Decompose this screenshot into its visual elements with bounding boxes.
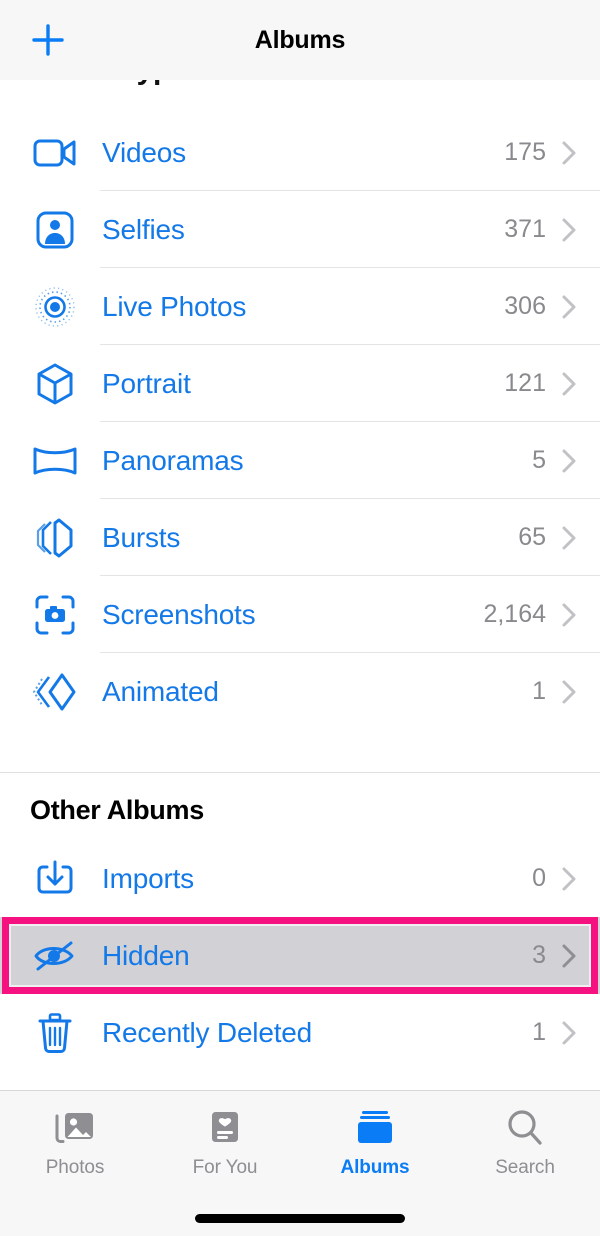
list-item-recently-deleted[interactable]: Recently Deleted 1	[0, 994, 600, 1071]
for-you-card-icon	[206, 1105, 244, 1151]
animated-diamond-icon	[28, 671, 82, 713]
section-gap	[0, 730, 600, 772]
list-item-count: 306	[504, 292, 546, 320]
list-item-label: Recently Deleted	[102, 1016, 313, 1048]
list-item-label: Bursts	[102, 521, 181, 553]
other-albums-list: Imports 0 Hidden 3 Recently Deleted 1	[0, 840, 600, 1071]
chevron-right-icon	[560, 941, 578, 971]
chevron-right-icon	[560, 215, 578, 245]
tab-label: For You	[192, 1157, 258, 1178]
highlighted-row-wrapper: Hidden 3	[0, 917, 600, 994]
list-item-label: Videos	[102, 136, 186, 168]
section-header-media-types: Media Types	[0, 80, 600, 114]
screenshot-camera-icon	[28, 594, 82, 636]
home-indicator[interactable]	[195, 1213, 405, 1223]
chevron-right-icon	[560, 446, 578, 476]
panorama-icon	[28, 444, 82, 478]
cube-icon	[28, 362, 82, 406]
eye-slash-icon	[28, 938, 82, 974]
tab-photos[interactable]: Photos	[0, 1105, 150, 1200]
tab-bar: Photos For You Albums Search	[0, 1090, 600, 1236]
chevron-right-icon	[560, 138, 578, 168]
list-item-portrait[interactable]: Portrait 121	[0, 345, 600, 422]
person-square-icon	[28, 210, 82, 250]
list-item-label: Portrait	[102, 367, 191, 399]
add-album-button[interactable]	[24, 16, 72, 64]
list-item-screenshots[interactable]: Screenshots 2,164	[0, 576, 600, 653]
bursts-stack-icon	[28, 516, 82, 560]
tab-for-you[interactable]: For You	[150, 1105, 300, 1200]
list-item-panoramas[interactable]: Panoramas 5	[0, 422, 600, 499]
list-item-selfies[interactable]: Selfies 371	[0, 191, 600, 268]
home-indicator-area	[0, 1200, 600, 1236]
chevron-right-icon	[560, 1018, 578, 1048]
tab-search[interactable]: Search	[450, 1105, 600, 1200]
trash-icon	[28, 1011, 82, 1055]
list-item-count: 121	[504, 369, 546, 397]
list-item-imports[interactable]: Imports 0	[0, 840, 600, 917]
tab-list: Photos For You Albums Search	[0, 1091, 600, 1200]
section-header-other-albums: Other Albums	[0, 773, 600, 840]
list-item-bursts[interactable]: Bursts 65	[0, 499, 600, 576]
list-item-label: Hidden	[102, 939, 190, 971]
list-item-animated[interactable]: Animated 1	[0, 653, 600, 730]
navigation-bar: Albums	[0, 0, 600, 80]
live-photo-icon	[28, 286, 82, 328]
plus-icon	[32, 24, 64, 56]
list-item-label: Imports	[102, 862, 194, 894]
tab-albums[interactable]: Albums	[300, 1105, 450, 1200]
list-item-videos[interactable]: Videos 175	[0, 114, 600, 191]
albums-folder-icon	[354, 1105, 396, 1151]
list-item-count: 65	[518, 523, 546, 551]
chevron-right-icon	[560, 523, 578, 553]
tab-label: Albums	[340, 1157, 410, 1178]
list-item-live-photos[interactable]: Live Photos 306	[0, 268, 600, 345]
list-item-hidden[interactable]: Hidden 3	[0, 917, 600, 994]
list-item-count: 2,164	[483, 600, 546, 628]
video-camera-icon	[28, 136, 82, 170]
magnifier-icon	[505, 1105, 545, 1151]
list-item-count: 1	[532, 1018, 546, 1046]
chevron-right-icon	[560, 369, 578, 399]
chevron-right-icon	[560, 677, 578, 707]
section-header-media-types-label: Media Types	[30, 80, 204, 87]
list-item-count: 175	[504, 138, 546, 166]
albums-list-scroll-area[interactable]: Media Types Videos 175	[0, 80, 600, 1090]
chevron-right-icon	[560, 864, 578, 894]
photos-albums-screen: Albums Media Types Videos 175	[0, 0, 600, 1236]
list-item-count: 371	[504, 215, 546, 243]
list-item-label: Live Photos	[102, 290, 247, 322]
list-item-count: 1	[532, 677, 546, 705]
list-item-count: 5	[532, 446, 546, 474]
list-item-label: Panoramas	[102, 444, 244, 476]
media-types-list: Videos 175 Selfies 371 Live Photos 306 P…	[0, 114, 600, 730]
photos-stack-icon	[54, 1105, 96, 1151]
list-item-label: Animated	[102, 675, 219, 707]
page-title: Albums	[254, 25, 346, 54]
import-tray-icon	[28, 858, 82, 900]
tab-label: Photos	[45, 1157, 105, 1178]
chevron-right-icon	[560, 292, 578, 322]
list-item-label: Screenshots	[102, 598, 256, 630]
list-item-label: Selfies	[102, 213, 185, 245]
list-item-count: 3	[532, 941, 546, 969]
chevron-right-icon	[560, 600, 578, 630]
list-item-count: 0	[532, 864, 546, 892]
tab-label: Search	[495, 1157, 555, 1178]
